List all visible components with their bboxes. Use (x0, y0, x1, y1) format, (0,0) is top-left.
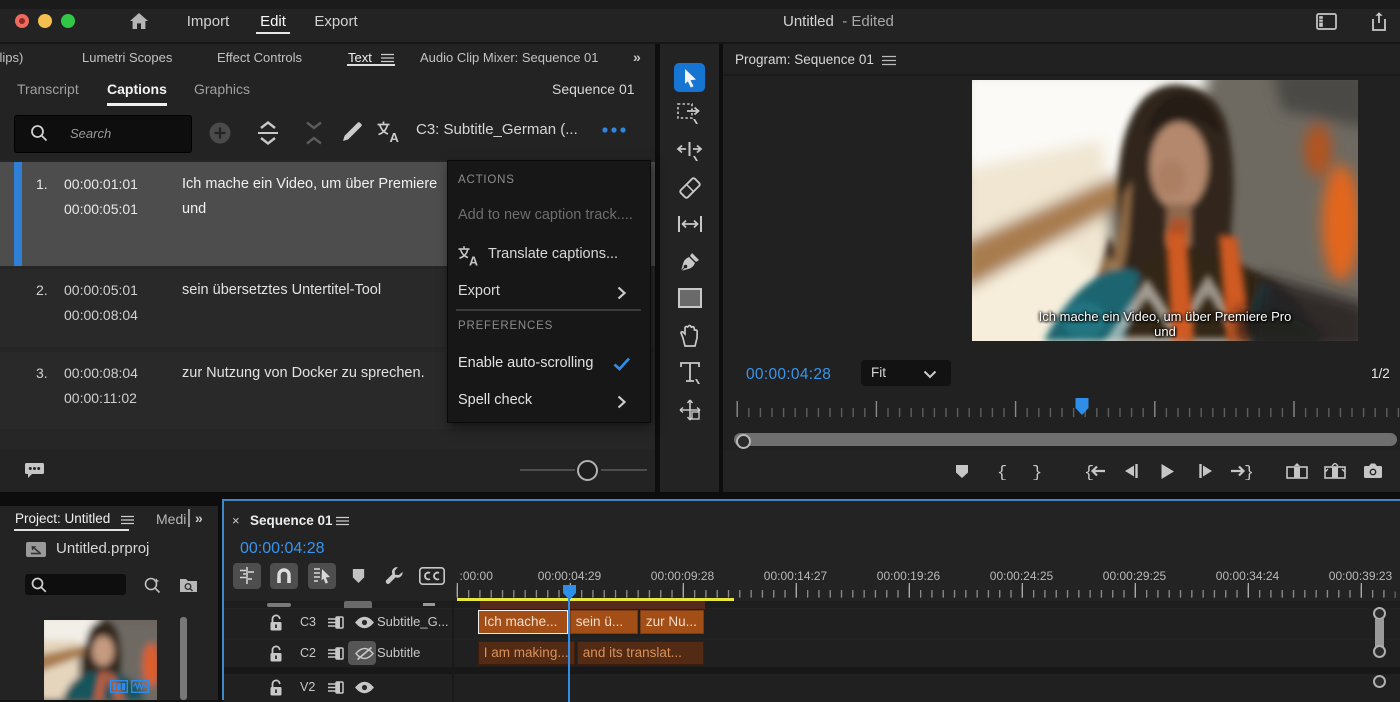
svg-text:00:00:24:25: 00:00:24:25 (990, 569, 1054, 583)
svg-text:A: A (469, 255, 478, 268)
svg-text:{: { (997, 464, 1007, 480)
svg-text:00:00:09:28: 00:00:09:28 (651, 569, 715, 583)
svg-text:A: A (390, 130, 400, 144)
svg-text:}: } (1032, 464, 1042, 480)
svg-text:00:00:19:26: 00:00:19:26 (877, 569, 941, 583)
svg-text:00:00:29:25: 00:00:29:25 (1103, 569, 1167, 583)
svg-text:00:00:04:29: 00:00:04:29 (538, 569, 602, 583)
svg-text::00:00: :00:00 (460, 569, 494, 583)
svg-text:00:00:39:23: 00:00:39:23 (1329, 569, 1393, 583)
svg-text:}: } (1244, 464, 1252, 480)
svg-text:00:00:34:24: 00:00:34:24 (1216, 569, 1280, 583)
svg-text:00:00:14:27: 00:00:14:27 (764, 569, 828, 583)
